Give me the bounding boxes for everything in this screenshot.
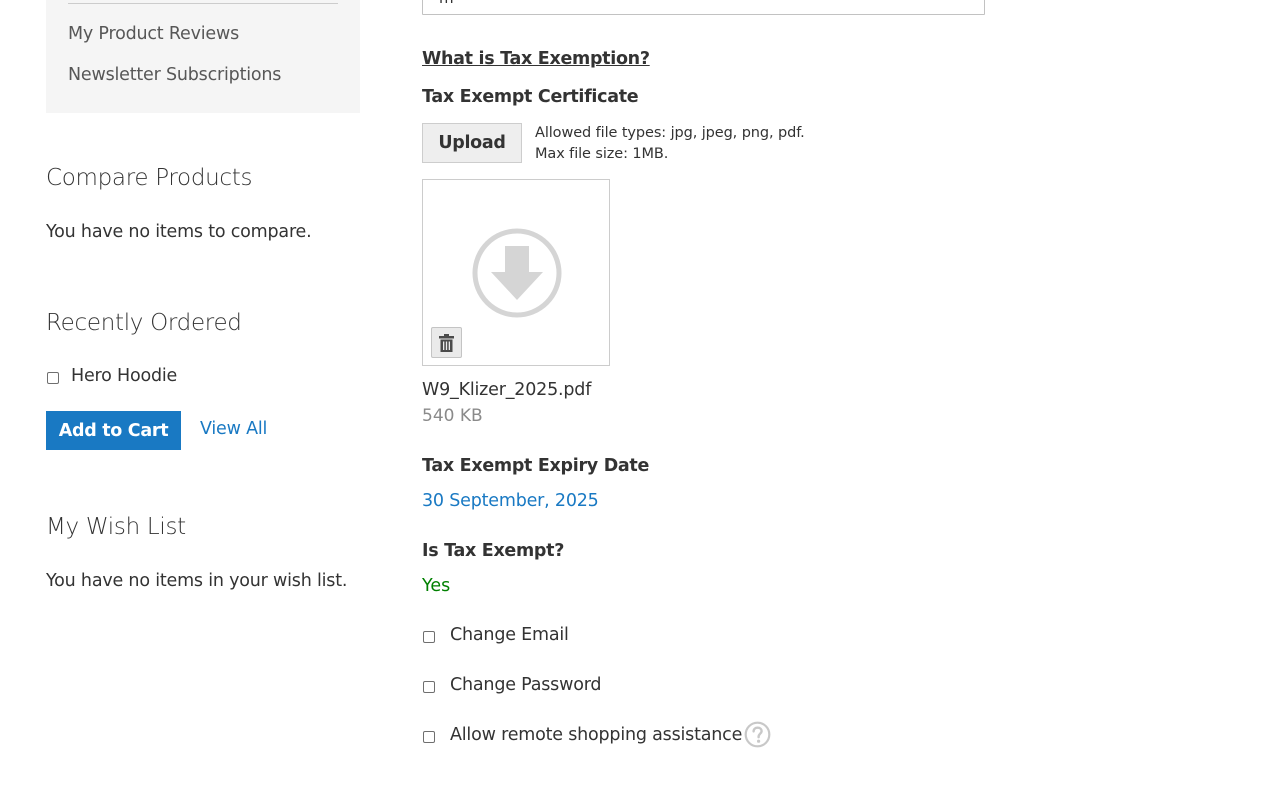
delete-file-button[interactable]: [431, 327, 462, 358]
recently-ordered-item-name: Hero Hoodie: [71, 366, 178, 386]
expiry-date-label: Tax Exempt Expiry Date: [422, 456, 650, 476]
text-input-field[interactable]: m: [422, 0, 985, 15]
tax-certificate-label: Tax Exempt Certificate: [422, 87, 639, 107]
uploaded-file-size: 540 KB: [422, 406, 483, 426]
change-email-checkbox[interactable]: [423, 631, 435, 643]
file-preview: [422, 179, 610, 366]
compare-empty-text: You have no items to compare.: [46, 222, 312, 242]
change-password-checkbox[interactable]: [423, 681, 435, 693]
expiry-date-value: 30 September, 2025: [422, 491, 599, 511]
allowed-file-types-note: Allowed file types: jpg, jpeg, png, pdf.: [535, 125, 805, 141]
view-all-link[interactable]: View All: [200, 419, 267, 439]
help-icon[interactable]: [744, 721, 771, 748]
wishlist-title: My Wish List: [46, 514, 186, 540]
text-input-value: m: [439, 0, 454, 7]
uploaded-file-name: W9_Klizer_2025.pdf: [422, 380, 592, 400]
account-nav-block: [46, 0, 360, 113]
upload-button[interactable]: Upload: [422, 123, 522, 163]
nav-link-my-product-reviews[interactable]: My Product Reviews: [68, 24, 239, 44]
remote-assistance-checkbox[interactable]: [423, 731, 435, 743]
wishlist-empty-text: You have no items in your wish list.: [46, 571, 348, 591]
change-email-label[interactable]: Change Email: [450, 625, 569, 645]
add-to-cart-button[interactable]: Add to Cart: [46, 411, 181, 450]
nav-divider: [68, 3, 338, 4]
trash-icon: [439, 333, 454, 352]
change-password-label[interactable]: Change Password: [450, 675, 602, 695]
tax-exemption-info-link[interactable]: What is Tax Exemption?: [422, 49, 650, 69]
compare-products-title: Compare Products: [46, 165, 253, 191]
download-icon: [472, 228, 562, 318]
recently-ordered-title: Recently Ordered: [46, 310, 242, 336]
recently-ordered-item-checkbox[interactable]: [47, 372, 59, 384]
nav-link-newsletter-subscriptions[interactable]: Newsletter Subscriptions: [68, 65, 281, 85]
is-tax-exempt-value: Yes: [422, 576, 451, 596]
remote-assistance-label[interactable]: Allow remote shopping assistance: [450, 725, 742, 745]
max-file-size-note: Max file size: 1MB.: [535, 146, 669, 162]
is-tax-exempt-label: Is Tax Exempt?: [422, 541, 565, 561]
